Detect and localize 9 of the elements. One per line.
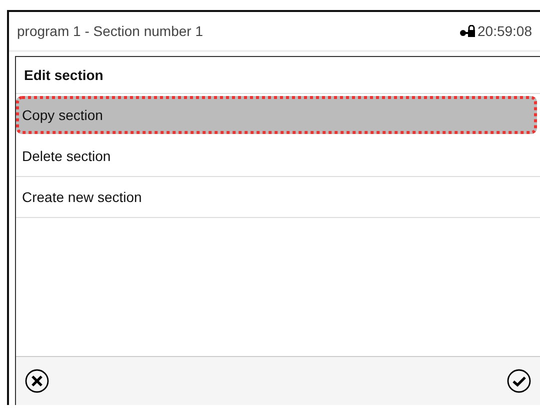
key-lock-icon [458, 24, 474, 38]
clock-time: 20:59:08 [478, 23, 532, 39]
dialog-title: Edit section [16, 57, 540, 94]
confirm-button[interactable] [507, 369, 531, 393]
screen-title: program 1 - Section number 1 [17, 23, 203, 39]
menu-item[interactable]: Copy section [16, 96, 537, 134]
cancel-button[interactable] [25, 369, 49, 393]
menu-item[interactable]: Delete section [16, 136, 540, 177]
menu-item[interactable]: Create new section [16, 177, 540, 218]
